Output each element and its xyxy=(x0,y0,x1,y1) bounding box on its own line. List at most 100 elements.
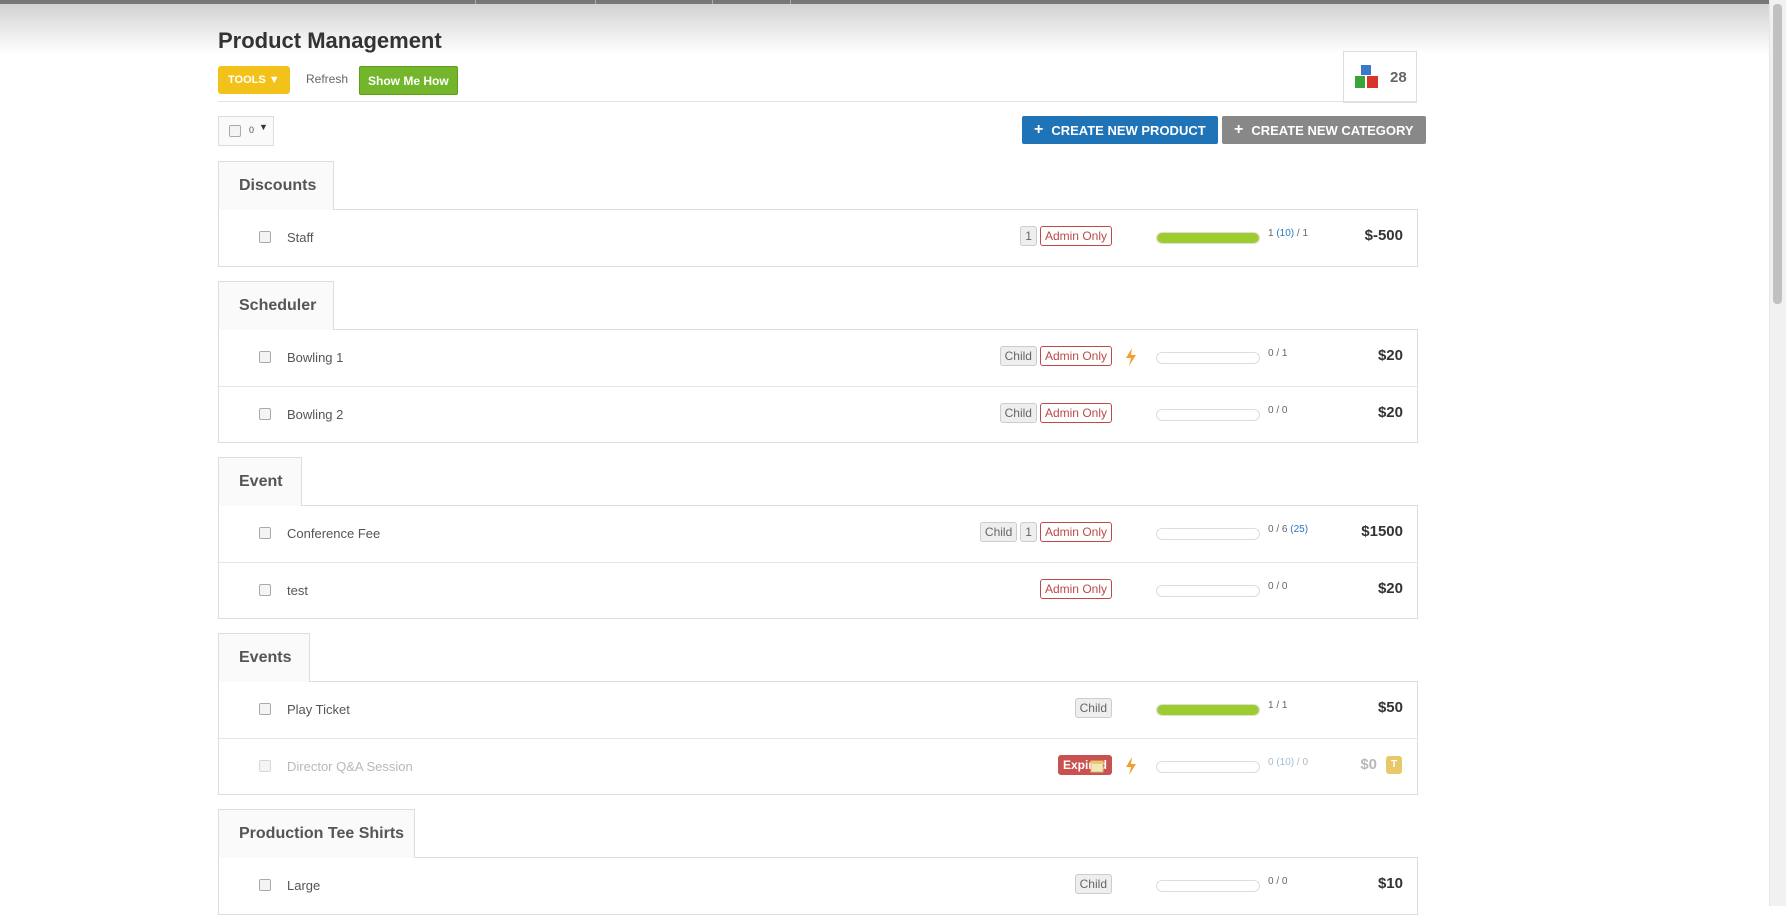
header-divider xyxy=(218,101,1417,102)
total-count: 1 xyxy=(1302,228,1309,239)
product-checkbox[interactable] xyxy=(259,760,271,772)
sales-count: 1 / 1 xyxy=(1268,700,1288,711)
create-new-category-button[interactable]: + CREATE NEW CATEGORY xyxy=(1222,116,1426,144)
product-checkbox[interactable] xyxy=(259,351,271,363)
select-all-checkbox[interactable] xyxy=(229,125,241,137)
product-checkbox[interactable] xyxy=(259,703,271,715)
product-checkbox[interactable] xyxy=(259,231,271,243)
product-row[interactable]: Play Ticket Child 1 / 1 $50 xyxy=(219,682,1417,738)
caret-down-icon: ▼ xyxy=(268,74,280,86)
product-count: 28 xyxy=(1390,69,1407,86)
sales-progress-bar xyxy=(1156,352,1260,364)
child-badge: Child xyxy=(979,522,1018,542)
product-name[interactable]: Large xyxy=(287,878,320,893)
admin-only-badge: Admin Only xyxy=(1039,522,1112,542)
product-row[interactable]: Bowling 1 Child Admin Only 0 / 1 $20 xyxy=(219,330,1417,386)
capacity-count: (10) xyxy=(1276,228,1295,239)
count-badge: 1 xyxy=(1020,226,1037,246)
create-category-label: CREATE NEW CATEGORY xyxy=(1251,122,1414,138)
category-tab[interactable]: Scheduler xyxy=(218,281,334,330)
create-new-product-button[interactable]: + CREATE NEW PRODUCT xyxy=(1022,116,1218,144)
category-product-list: Staff 1 Admin Only 1 (10) / 1 $-500 xyxy=(218,209,1418,267)
sales-count: 1 (10) / 1 xyxy=(1268,228,1309,239)
sold-count: 0 xyxy=(1268,581,1274,592)
product-price: $20 xyxy=(1377,347,1403,364)
product-blocks-icon xyxy=(1355,65,1378,88)
sales-count: 0 / 0 xyxy=(1268,876,1288,887)
product-name[interactable]: test xyxy=(287,583,308,598)
product-name[interactable]: Staff xyxy=(287,230,314,245)
sales-progress-bar xyxy=(1156,880,1260,892)
product-name[interactable]: Conference Fee xyxy=(287,526,380,541)
product-badges: Child Admin Only xyxy=(999,403,1112,423)
sales-count: 0 / 6 (25) xyxy=(1268,524,1309,535)
select-all-dropdown[interactable]: 0 ▼ xyxy=(218,116,274,146)
category-product-list: Large Child 0 / 0 $10 xyxy=(218,857,1418,915)
category-tab[interactable]: Discounts xyxy=(218,161,334,210)
lightning-icon[interactable] xyxy=(1123,756,1139,776)
sold-count: 0 xyxy=(1268,757,1274,768)
child-badge: Child xyxy=(1074,874,1112,894)
sales-progress-bar xyxy=(1156,232,1260,244)
progress-fill xyxy=(1157,233,1259,243)
category-tab[interactable]: Production Tee Shirts xyxy=(218,809,415,858)
product-badges: Child xyxy=(1074,874,1112,894)
sales-progress-bar xyxy=(1156,409,1260,421)
product-row[interactable]: Director Q&A Session Expired 0 (10) / 0 $0 T xyxy=(219,738,1417,795)
sold-count: 0 xyxy=(1268,348,1274,359)
product-badges: Admin Only xyxy=(1039,579,1112,599)
tools-label: TOOLS xyxy=(228,74,266,86)
progress-fill xyxy=(1157,705,1259,715)
product-price: $50 xyxy=(1377,699,1403,716)
category-product-list: Bowling 1 Child Admin Only 0 / 1 $20 Bowling … xyxy=(218,329,1418,443)
product-row[interactable]: test Admin Only 0 / 0 $20 xyxy=(219,562,1417,619)
product-badges: Child xyxy=(1074,698,1112,718)
caret-down-icon: ▼ xyxy=(259,122,268,132)
category-tab[interactable]: Event xyxy=(218,457,302,506)
product-checkbox[interactable] xyxy=(259,879,271,891)
sales-progress-bar xyxy=(1156,528,1260,540)
child-badge: Child xyxy=(1074,698,1112,718)
category-product-list: Conference Fee Child 1 Admin Only 0 / 6 (25)… xyxy=(218,505,1418,619)
create-product-label: CREATE NEW PRODUCT xyxy=(1051,122,1206,138)
admin-only-badge: Admin Only xyxy=(1039,403,1112,423)
product-name[interactable]: Play Ticket xyxy=(287,702,350,717)
admin-only-badge: Admin Only xyxy=(1039,226,1112,246)
show-me-how-button[interactable]: Show Me How xyxy=(359,66,458,95)
refresh-link[interactable]: Refresh xyxy=(306,72,348,86)
total-count: 1 xyxy=(1281,700,1288,711)
product-row[interactable]: Staff 1 Admin Only 1 (10) / 1 $-500 xyxy=(219,210,1417,266)
plus-icon: + xyxy=(1034,121,1044,138)
admin-only-badge: Admin Only xyxy=(1039,579,1112,599)
calendar-icon[interactable] xyxy=(1090,759,1104,773)
selected-count: 0 xyxy=(249,125,255,135)
page-scrollbar[interactable] xyxy=(1769,0,1786,906)
sales-count: 0 / 1 xyxy=(1268,348,1288,359)
product-price: $20 xyxy=(1377,404,1403,421)
product-checkbox[interactable] xyxy=(259,527,271,539)
product-price: $1500 xyxy=(1361,523,1403,540)
sold-count: 0 xyxy=(1268,524,1274,535)
scrollbar-thumb[interactable] xyxy=(1773,4,1782,304)
lightning-icon[interactable] xyxy=(1123,347,1139,367)
tools-dropdown-button[interactable]: TOOLS ▼ xyxy=(218,66,290,94)
sales-progress-bar xyxy=(1156,704,1260,716)
product-name[interactable]: Bowling 1 xyxy=(287,350,343,365)
sold-count: 1 xyxy=(1268,700,1274,711)
product-row[interactable]: Bowling 2 Child Admin Only 0 / 0 $20 xyxy=(219,386,1417,443)
product-checkbox[interactable] xyxy=(259,584,271,596)
product-price: $0 xyxy=(1360,756,1377,773)
product-price: $10 xyxy=(1377,875,1403,892)
product-badges: 1 Admin Only xyxy=(1020,226,1112,246)
product-checkbox[interactable] xyxy=(259,408,271,420)
category-tab[interactable]: Events xyxy=(218,633,310,682)
capacity-count: (10) xyxy=(1276,757,1295,768)
product-name[interactable]: Bowling 2 xyxy=(287,407,343,422)
child-badge: Child xyxy=(999,346,1037,366)
product-price: $20 xyxy=(1377,580,1403,597)
total-count: 0 xyxy=(1302,757,1309,768)
product-badges: Child Admin Only xyxy=(999,346,1112,366)
total-count: 0 xyxy=(1281,876,1288,887)
product-row[interactable]: Conference Fee Child 1 Admin Only 0 / 6 (25)… xyxy=(219,506,1417,562)
product-name[interactable]: Director Q&A Session xyxy=(287,759,413,774)
